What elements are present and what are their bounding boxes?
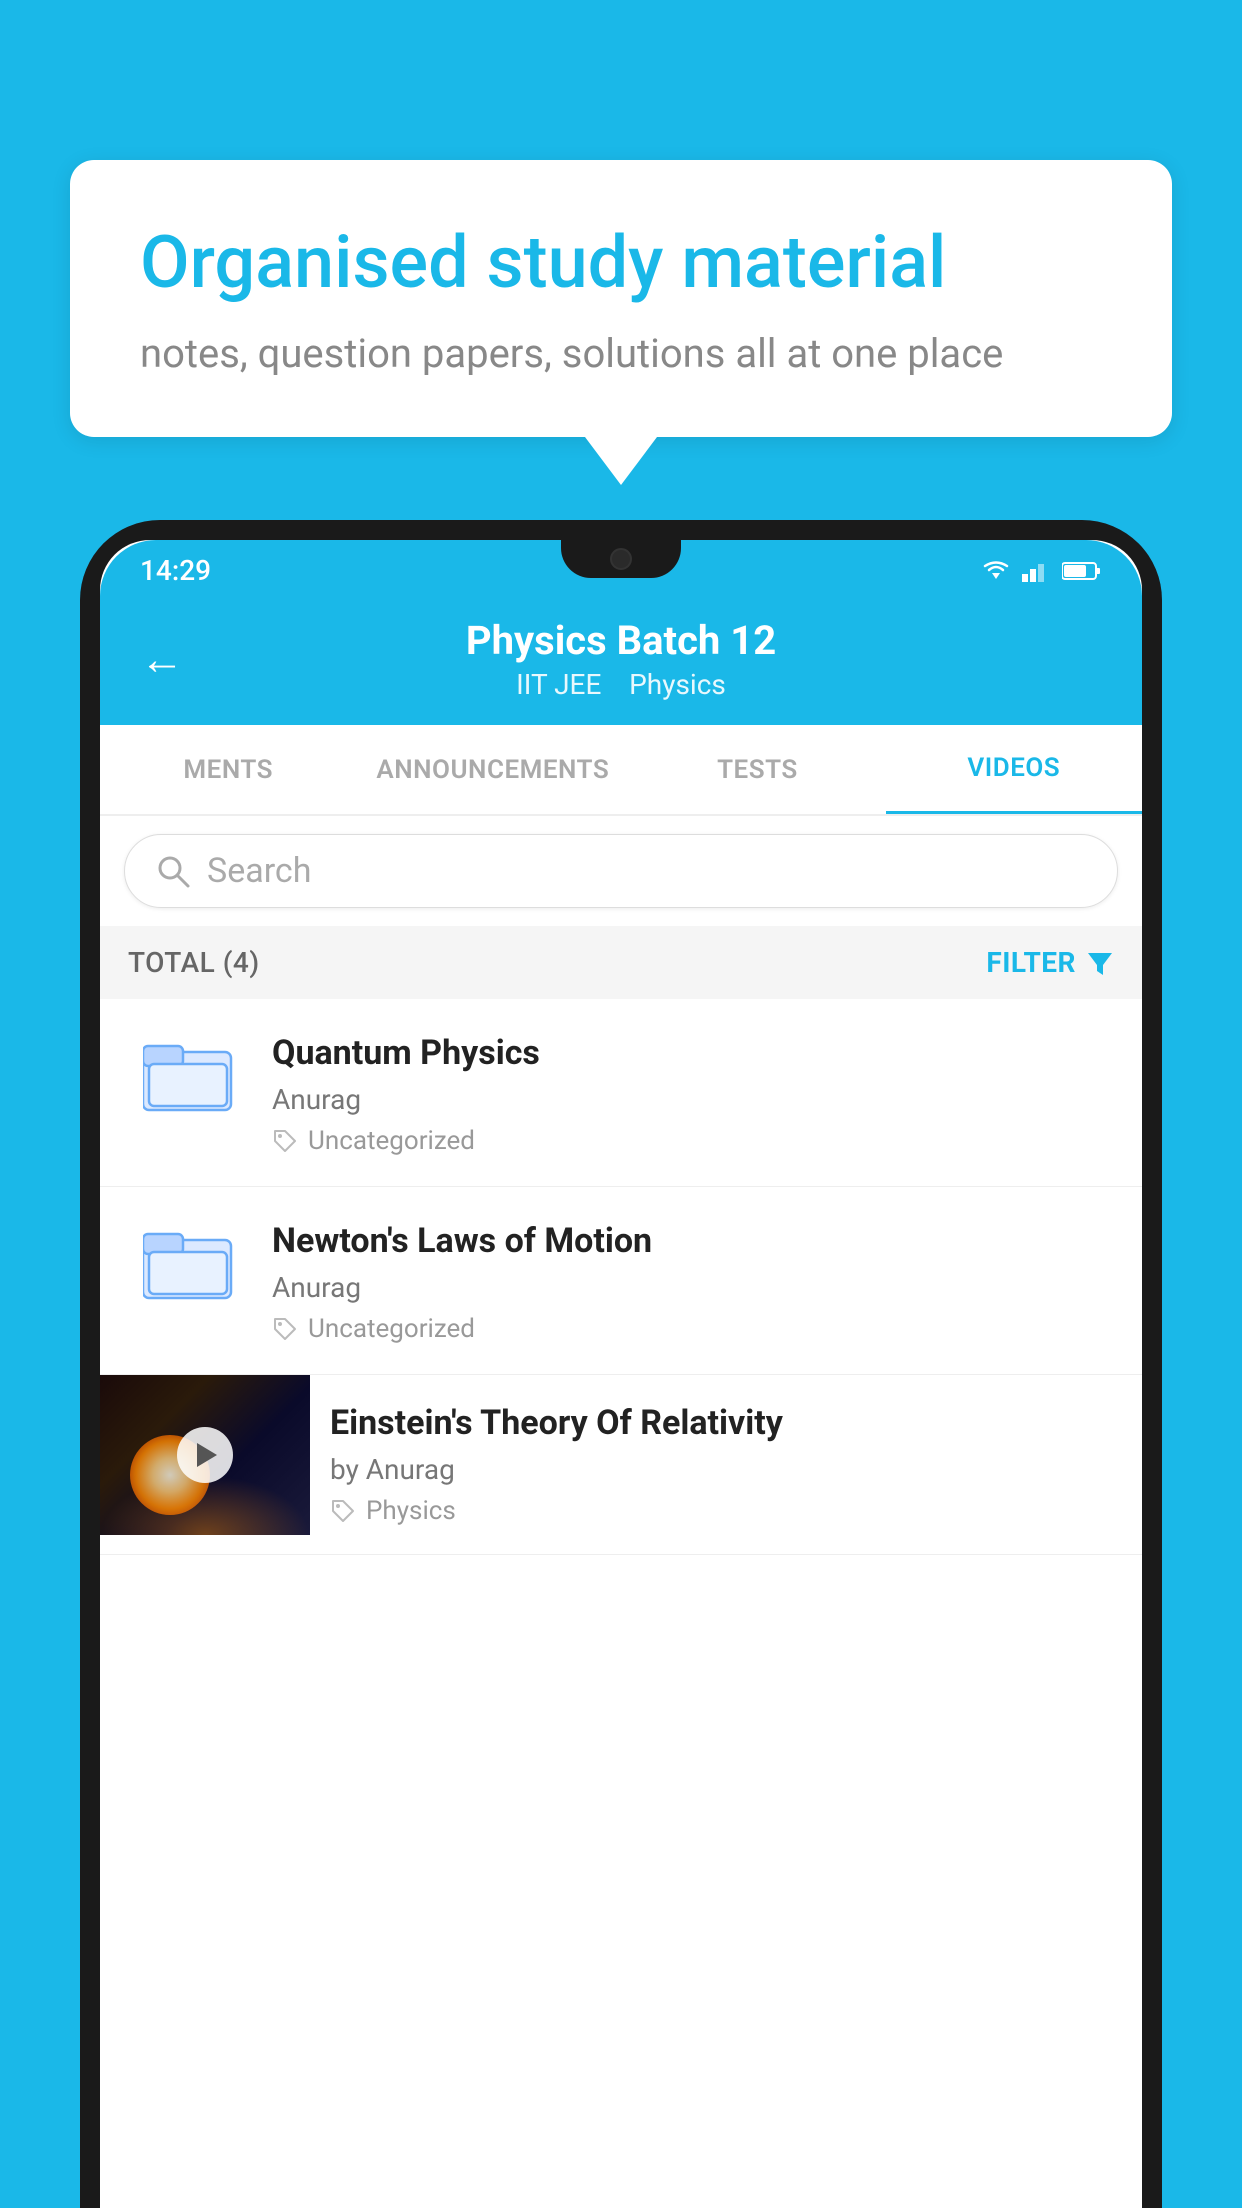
header-title-block: Physics Batch 12 IIT JEE Physics bbox=[214, 617, 1028, 701]
tag-icon bbox=[272, 1128, 298, 1154]
search-input[interactable]: Search bbox=[207, 851, 311, 891]
filter-funnel-icon bbox=[1086, 949, 1114, 977]
video-author-2: Anurag bbox=[272, 1271, 1114, 1304]
video-tag-3: Physics bbox=[330, 1496, 1122, 1526]
filter-label: FILTER bbox=[986, 946, 1076, 979]
tab-tests[interactable]: TESTS bbox=[629, 727, 885, 813]
search-icon bbox=[155, 853, 191, 889]
list-item[interactable]: Einstein's Theory Of Relativity by Anura… bbox=[100, 1375, 1142, 1555]
video-thumbnail-3 bbox=[100, 1375, 310, 1535]
status-icons bbox=[980, 559, 1102, 583]
tab-videos[interactable]: VIDEOS bbox=[886, 725, 1142, 814]
list-item[interactable]: Quantum Physics Anurag Uncategorized bbox=[100, 999, 1142, 1187]
video-title-1: Quantum Physics bbox=[272, 1033, 1114, 1073]
video-tag-2: Uncategorized bbox=[272, 1314, 1114, 1344]
speech-bubble-title: Organised study material bbox=[140, 220, 1102, 306]
phone-wrapper: 14:29 bbox=[80, 520, 1162, 2208]
speech-bubble: Organised study material notes, question… bbox=[70, 160, 1172, 437]
video-tag-1: Uncategorized bbox=[272, 1126, 1114, 1156]
battery-icon bbox=[1062, 560, 1102, 582]
header-subtitle-part1: IIT JEE bbox=[516, 668, 601, 701]
status-bar: 14:29 bbox=[100, 540, 1142, 597]
total-count: TOTAL (4) bbox=[128, 946, 260, 979]
video-thumb-2 bbox=[128, 1217, 248, 1307]
speech-bubble-container: Organised study material notes, question… bbox=[70, 160, 1172, 485]
video-thumb-1 bbox=[128, 1029, 248, 1119]
app-header: ← Physics Batch 12 IIT JEE Physics bbox=[100, 597, 1142, 725]
video-tag-label-1: Uncategorized bbox=[308, 1126, 475, 1156]
video-author-1: Anurag bbox=[272, 1083, 1114, 1116]
video-tag-label-2: Uncategorized bbox=[308, 1314, 475, 1344]
video-title-3: Einstein's Theory Of Relativity bbox=[330, 1403, 1122, 1443]
video-title-2: Newton's Laws of Motion bbox=[272, 1221, 1114, 1261]
header-subtitle: IIT JEE Physics bbox=[214, 668, 1028, 701]
signal-icon bbox=[1022, 560, 1052, 582]
tab-ments[interactable]: MENTS bbox=[100, 727, 356, 813]
filter-bar: TOTAL (4) FILTER bbox=[100, 926, 1142, 999]
play-triangle-icon bbox=[197, 1443, 217, 1467]
phone-inner: 14:29 bbox=[100, 540, 1142, 2208]
phone-outer: 14:29 bbox=[80, 520, 1162, 2208]
play-button[interactable] bbox=[177, 1427, 233, 1483]
tab-announcements[interactable]: ANNOUNCEMENTS bbox=[356, 727, 629, 813]
tag-icon bbox=[272, 1316, 298, 1342]
video-tag-label-3: Physics bbox=[366, 1496, 456, 1526]
video-list: Quantum Physics Anurag Uncategorized bbox=[100, 999, 1142, 1555]
video-info-1: Quantum Physics Anurag Uncategorized bbox=[272, 1029, 1114, 1156]
tag-icon bbox=[330, 1498, 356, 1524]
search-input-wrapper[interactable]: Search bbox=[124, 834, 1118, 908]
phone-screen: 14:29 bbox=[100, 540, 1142, 2208]
folder-icon bbox=[143, 1222, 233, 1302]
video-info-2: Newton's Laws of Motion Anurag Uncategor… bbox=[272, 1217, 1114, 1344]
wifi-icon bbox=[980, 559, 1012, 583]
video-author-3: by Anurag bbox=[330, 1453, 1122, 1486]
back-button[interactable]: ← bbox=[140, 633, 184, 685]
phone-notch bbox=[561, 540, 681, 578]
filter-button[interactable]: FILTER bbox=[986, 946, 1114, 979]
speech-bubble-arrow bbox=[585, 437, 657, 485]
status-time: 14:29 bbox=[140, 554, 211, 587]
phone-camera bbox=[610, 548, 632, 570]
list-item[interactable]: Newton's Laws of Motion Anurag Uncategor… bbox=[100, 1187, 1142, 1375]
speech-bubble-subtitle: notes, question papers, solutions all at… bbox=[140, 330, 1102, 377]
search-container: Search bbox=[100, 816, 1142, 926]
thumb-glow bbox=[100, 1475, 310, 1535]
header-title: Physics Batch 12 bbox=[214, 617, 1028, 664]
video-info-3: Einstein's Theory Of Relativity by Anura… bbox=[310, 1375, 1142, 1554]
folder-icon bbox=[143, 1034, 233, 1114]
header-subtitle-part2: Physics bbox=[629, 668, 726, 701]
tabs-bar: MENTS ANNOUNCEMENTS TESTS VIDEOS bbox=[100, 725, 1142, 816]
